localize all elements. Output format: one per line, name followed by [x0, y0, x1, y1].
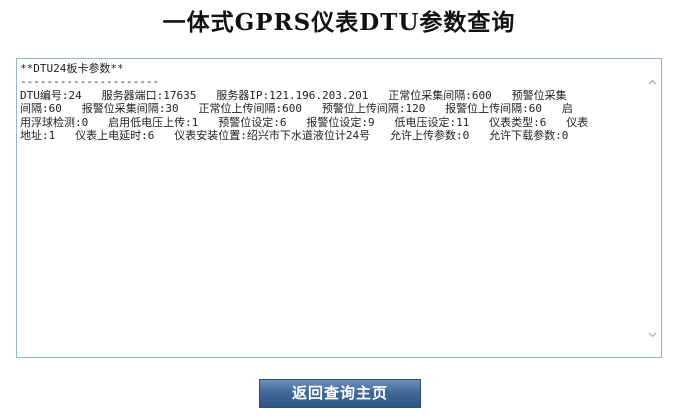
- chevron-down-icon: [648, 332, 657, 337]
- params-textarea[interactable]: **DTU24板卡参数** --------------------- DTU编…: [16, 58, 662, 358]
- scroll-down-button[interactable]: [644, 326, 661, 343]
- page-title: 一体式GPRS仪表DTU参数查询: [162, 9, 516, 36]
- vertical-scrollbar[interactable]: [644, 59, 661, 357]
- params-text: **DTU24板卡参数** --------------------- DTU编…: [20, 62, 589, 143]
- chevron-up-icon: [648, 79, 657, 84]
- back-to-query-home-button[interactable]: 返回查询主页: [259, 379, 421, 408]
- scroll-up-button[interactable]: [644, 73, 661, 90]
